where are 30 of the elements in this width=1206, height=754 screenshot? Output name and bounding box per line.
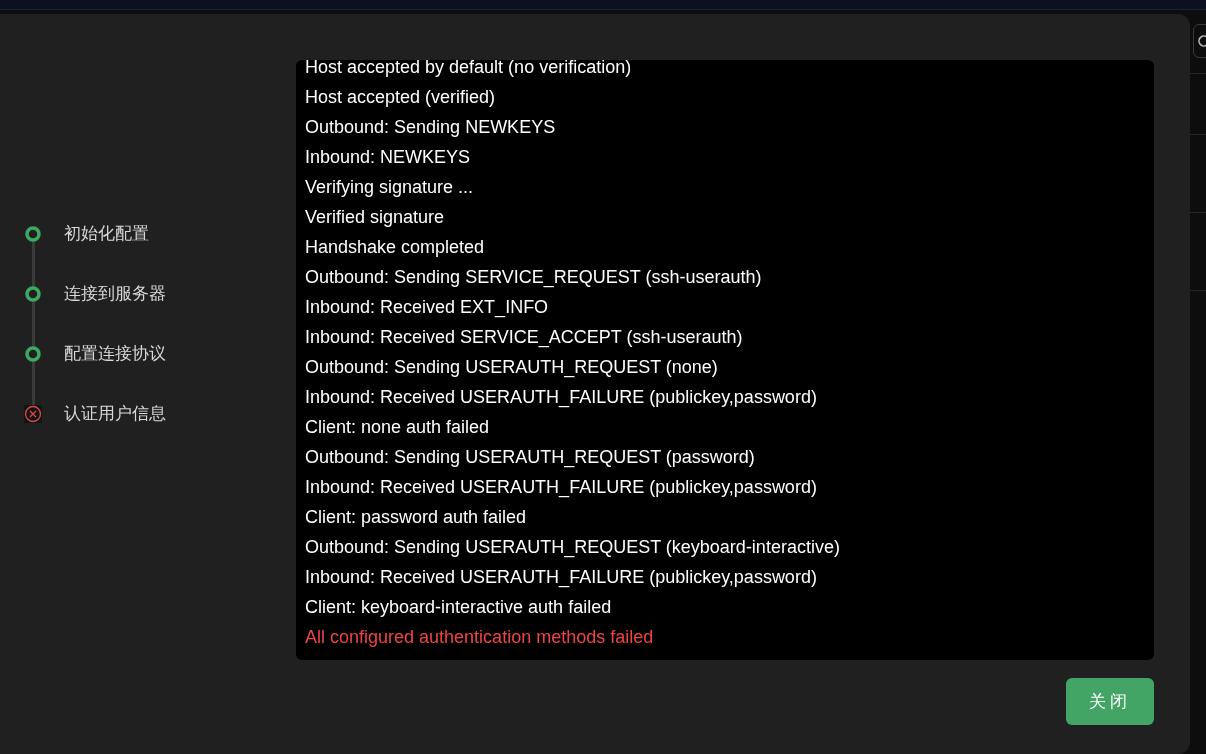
log-line: Host accepted by default (no verification)	[305, 60, 633, 79]
log-line: Inbound: Received USERAUTH_FAILURE (publickey,password)	[305, 386, 818, 410]
log-line: Host accepted (verified)	[305, 86, 497, 109]
log-line: Outbound: Sending USERAUTH_REQUEST (keyboard-interactive)	[305, 536, 841, 560]
log-line: Client: password auth failed	[305, 506, 528, 529]
log-line: Outbound: Sending NEWKEYS	[305, 116, 557, 139]
log-line: Verified signature	[305, 206, 446, 229]
log-line: All configured authentication methods failed	[305, 626, 655, 649]
done-step-icon	[24, 285, 42, 303]
log-line: Handshake completed	[305, 236, 486, 259]
step-label: 连接到服务器	[64, 283, 166, 306]
refresh-icon	[1198, 34, 1206, 48]
log-line: Inbound: Received EXT_INFO	[305, 296, 550, 320]
log-line: Verifying signature ...	[305, 176, 475, 199]
log-line: Inbound: Received USERAUTH_FAILURE (publickey,password)	[305, 476, 818, 500]
log-line: Inbound: Received SERVICE_ACCEPT (ssh-userauth)	[305, 326, 744, 350]
log-line: Client: keyboard-interactive auth failed	[305, 596, 613, 619]
step-label: 配置连接协议	[64, 343, 166, 366]
step-label: 初始化配置	[64, 223, 149, 246]
log-line: Outbound: Sending USERAUTH_REQUEST (none)	[305, 356, 719, 380]
close-button[interactable]: 关闭	[1066, 678, 1154, 725]
log-line: Outbound: Sending SERVICE_REQUEST (ssh-userauth)	[305, 266, 763, 290]
log-line: Client: none auth failed	[305, 416, 491, 439]
log-line: Inbound: Received USERAUTH_FAILURE (publickey,password)	[305, 566, 818, 590]
step-label: 认证用户信息	[64, 403, 166, 426]
log-line: Inbound: NEWKEYS	[305, 146, 472, 169]
done-step-icon	[24, 225, 42, 243]
error-step-icon	[24, 405, 42, 423]
log-line: Outbound: Sending USERAUTH_REQUEST (password)	[305, 446, 756, 470]
done-step-icon	[24, 345, 42, 363]
